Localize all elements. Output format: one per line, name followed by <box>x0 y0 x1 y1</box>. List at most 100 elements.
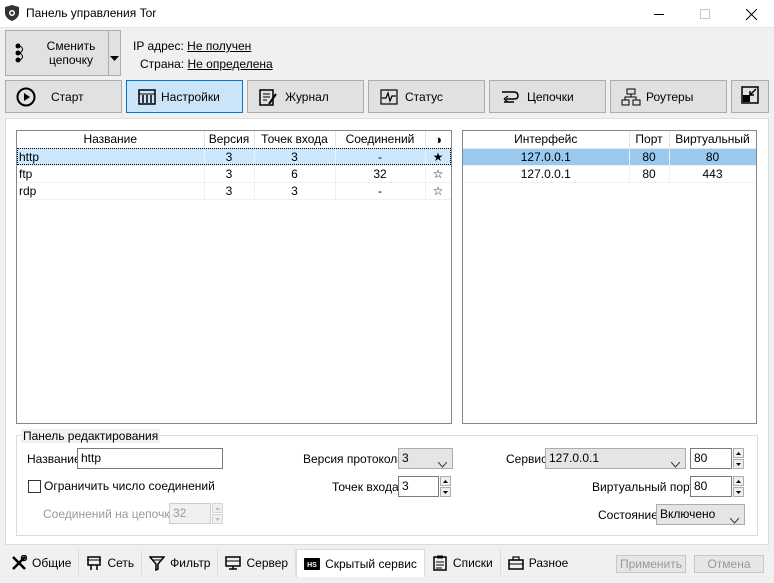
spin-up-icon[interactable] <box>212 503 223 513</box>
chevron-down-icon <box>670 455 681 474</box>
cell-virtual: 443 <box>669 165 756 183</box>
status-pulse-icon <box>378 86 400 108</box>
conn-per-chain-label: Соединений на цепочку <box>43 507 176 521</box>
collapse-window-icon <box>741 86 759 107</box>
filter-funnel-icon <box>148 554 166 572</box>
change-chain-button[interactable]: Сменить цепочку <box>5 30 121 76</box>
protocol-version-label: Версия протокола <box>303 452 404 466</box>
conn-per-chain-input[interactable]: 32 <box>169 503 211 524</box>
ip-value-link[interactable]: Не получен <box>187 39 251 53</box>
limit-connections-checkbox[interactable] <box>28 480 41 493</box>
briefcase-icon <box>507 554 525 572</box>
cell-virtual: 80 <box>669 148 756 166</box>
cell-port: 80 <box>629 148 670 166</box>
log-button[interactable]: Журнал <box>247 80 364 113</box>
spin-down-icon[interactable] <box>733 459 744 469</box>
tab-lists[interactable]: Списки <box>424 550 501 575</box>
protocol-version-value: 3 <box>402 451 409 465</box>
entry-points-stepper[interactable] <box>440 476 451 497</box>
star-outline-icon[interactable]: ☆ <box>425 165 451 183</box>
tab-misc[interactable]: Разное <box>500 550 576 575</box>
conn-per-chain-stepper[interactable] <box>212 503 223 524</box>
start-button[interactable]: Старт <box>5 80 122 113</box>
tools-icon <box>10 554 28 572</box>
tab-general[interactable]: Общие <box>4 550 80 575</box>
table-row[interactable]: 127.0.0.1 80 80 <box>463 148 756 166</box>
tab-label: Сервер <box>246 555 289 570</box>
state-label: Состояние <box>598 508 658 522</box>
chevron-down-icon <box>729 511 740 530</box>
start-label: Старт <box>51 89 84 104</box>
col-entry-points-header[interactable]: Точек входа <box>254 131 336 149</box>
spin-down-icon[interactable] <box>440 487 451 497</box>
tab-network[interactable]: Сеть <box>79 550 143 575</box>
spin-down-icon[interactable] <box>212 514 223 524</box>
cell-interface: 127.0.0.1 <box>463 165 630 183</box>
country-value-link[interactable]: Не определена <box>188 57 273 71</box>
virtual-port-stepper[interactable] <box>733 476 744 497</box>
col-virtual-header[interactable]: Виртуальный <box>669 131 756 149</box>
tab-hidden-service[interactable]: HS Скрытый сервис <box>296 549 425 577</box>
cell-name: ftp <box>17 165 205 183</box>
spin-up-icon[interactable] <box>733 448 744 458</box>
chains-button[interactable]: Цепочки <box>489 80 606 113</box>
cell-entry-points: 3 <box>254 182 336 200</box>
table-row[interactable]: rdp 3 3 - ☆ <box>17 182 451 200</box>
status-button[interactable]: Статус <box>368 80 485 113</box>
apply-button[interactable]: Применить <box>616 555 686 573</box>
edit-panel-title: Панель редактирования <box>21 429 161 443</box>
title-bar: Панель управления Tor <box>0 0 774 28</box>
col-name-header[interactable]: Название <box>17 131 205 149</box>
cell-interface: 127.0.0.1 <box>463 148 630 166</box>
limit-connections-label: Ограничить число соединений <box>44 479 215 493</box>
col-interface-header[interactable]: Интерфейс <box>463 131 630 149</box>
col-version-header[interactable]: Версия <box>204 131 255 149</box>
cell-name: http <box>17 148 205 166</box>
services-table-panel: Название Версия Точек входа Соединений ◑… <box>16 130 452 424</box>
change-chain-label: Сменить цепочку <box>46 39 96 67</box>
star-filled-icon[interactable]: ★ <box>425 148 451 166</box>
state-select[interactable]: Включено <box>656 504 745 525</box>
routers-network-icon <box>620 86 642 108</box>
hidden-service-hs-icon: HS <box>303 555 321 573</box>
protocol-version-select[interactable]: 3 <box>398 448 453 469</box>
cell-entry-points: 6 <box>254 165 336 183</box>
col-state-header-icon[interactable]: ◑ <box>425 131 451 149</box>
virtual-port-input[interactable]: 80 <box>690 476 732 497</box>
name-label: Название <box>27 452 81 466</box>
spin-down-icon[interactable] <box>733 487 744 497</box>
spin-up-icon[interactable] <box>440 476 451 486</box>
table-row[interactable]: 127.0.0.1 80 443 <box>463 165 756 183</box>
svg-text:HS: HS <box>307 562 317 569</box>
entry-points-label: Точек входа <box>332 480 399 494</box>
cell-port: 80 <box>629 165 670 183</box>
service-port-input[interactable]: 80 <box>690 448 732 469</box>
close-button[interactable] <box>728 0 774 28</box>
spin-up-icon[interactable] <box>733 476 744 486</box>
maximize-button[interactable] <box>682 0 728 28</box>
chevron-down-icon[interactable] <box>110 50 119 64</box>
service-select[interactable]: 127.0.0.1 <box>545 448 686 469</box>
cell-version: 3 <box>204 148 255 166</box>
name-input[interactable]: http <box>77 448 223 469</box>
virtual-port-label: Виртуальный порт <box>592 480 695 494</box>
tab-label: Общие <box>32 555 72 570</box>
network-plug-icon <box>85 554 103 572</box>
entry-points-input[interactable]: 3 <box>398 476 439 497</box>
col-connections-header[interactable]: Соединений <box>335 131 426 149</box>
service-port-stepper[interactable] <box>733 448 744 469</box>
compact-view-button[interactable] <box>731 80 769 113</box>
routers-button[interactable]: Роутеры <box>610 80 727 113</box>
clipboard-list-icon <box>431 554 449 572</box>
tab-filter[interactable]: Фильтр <box>142 550 219 575</box>
table-row[interactable]: http 3 3 - ★ <box>17 148 451 166</box>
tab-server[interactable]: Сервер <box>218 550 297 575</box>
star-outline-icon[interactable]: ☆ <box>425 182 451 200</box>
table-row[interactable]: ftp 3 6 32 ☆ <box>17 165 451 183</box>
settings-button[interactable]: Настройки <box>126 80 243 113</box>
chains-label: Цепочки <box>527 89 574 104</box>
minimize-button[interactable] <box>636 0 682 28</box>
log-label: Журнал <box>285 89 329 104</box>
col-port-header[interactable]: Порт <box>629 131 670 149</box>
cancel-button[interactable]: Отмена <box>694 555 764 573</box>
